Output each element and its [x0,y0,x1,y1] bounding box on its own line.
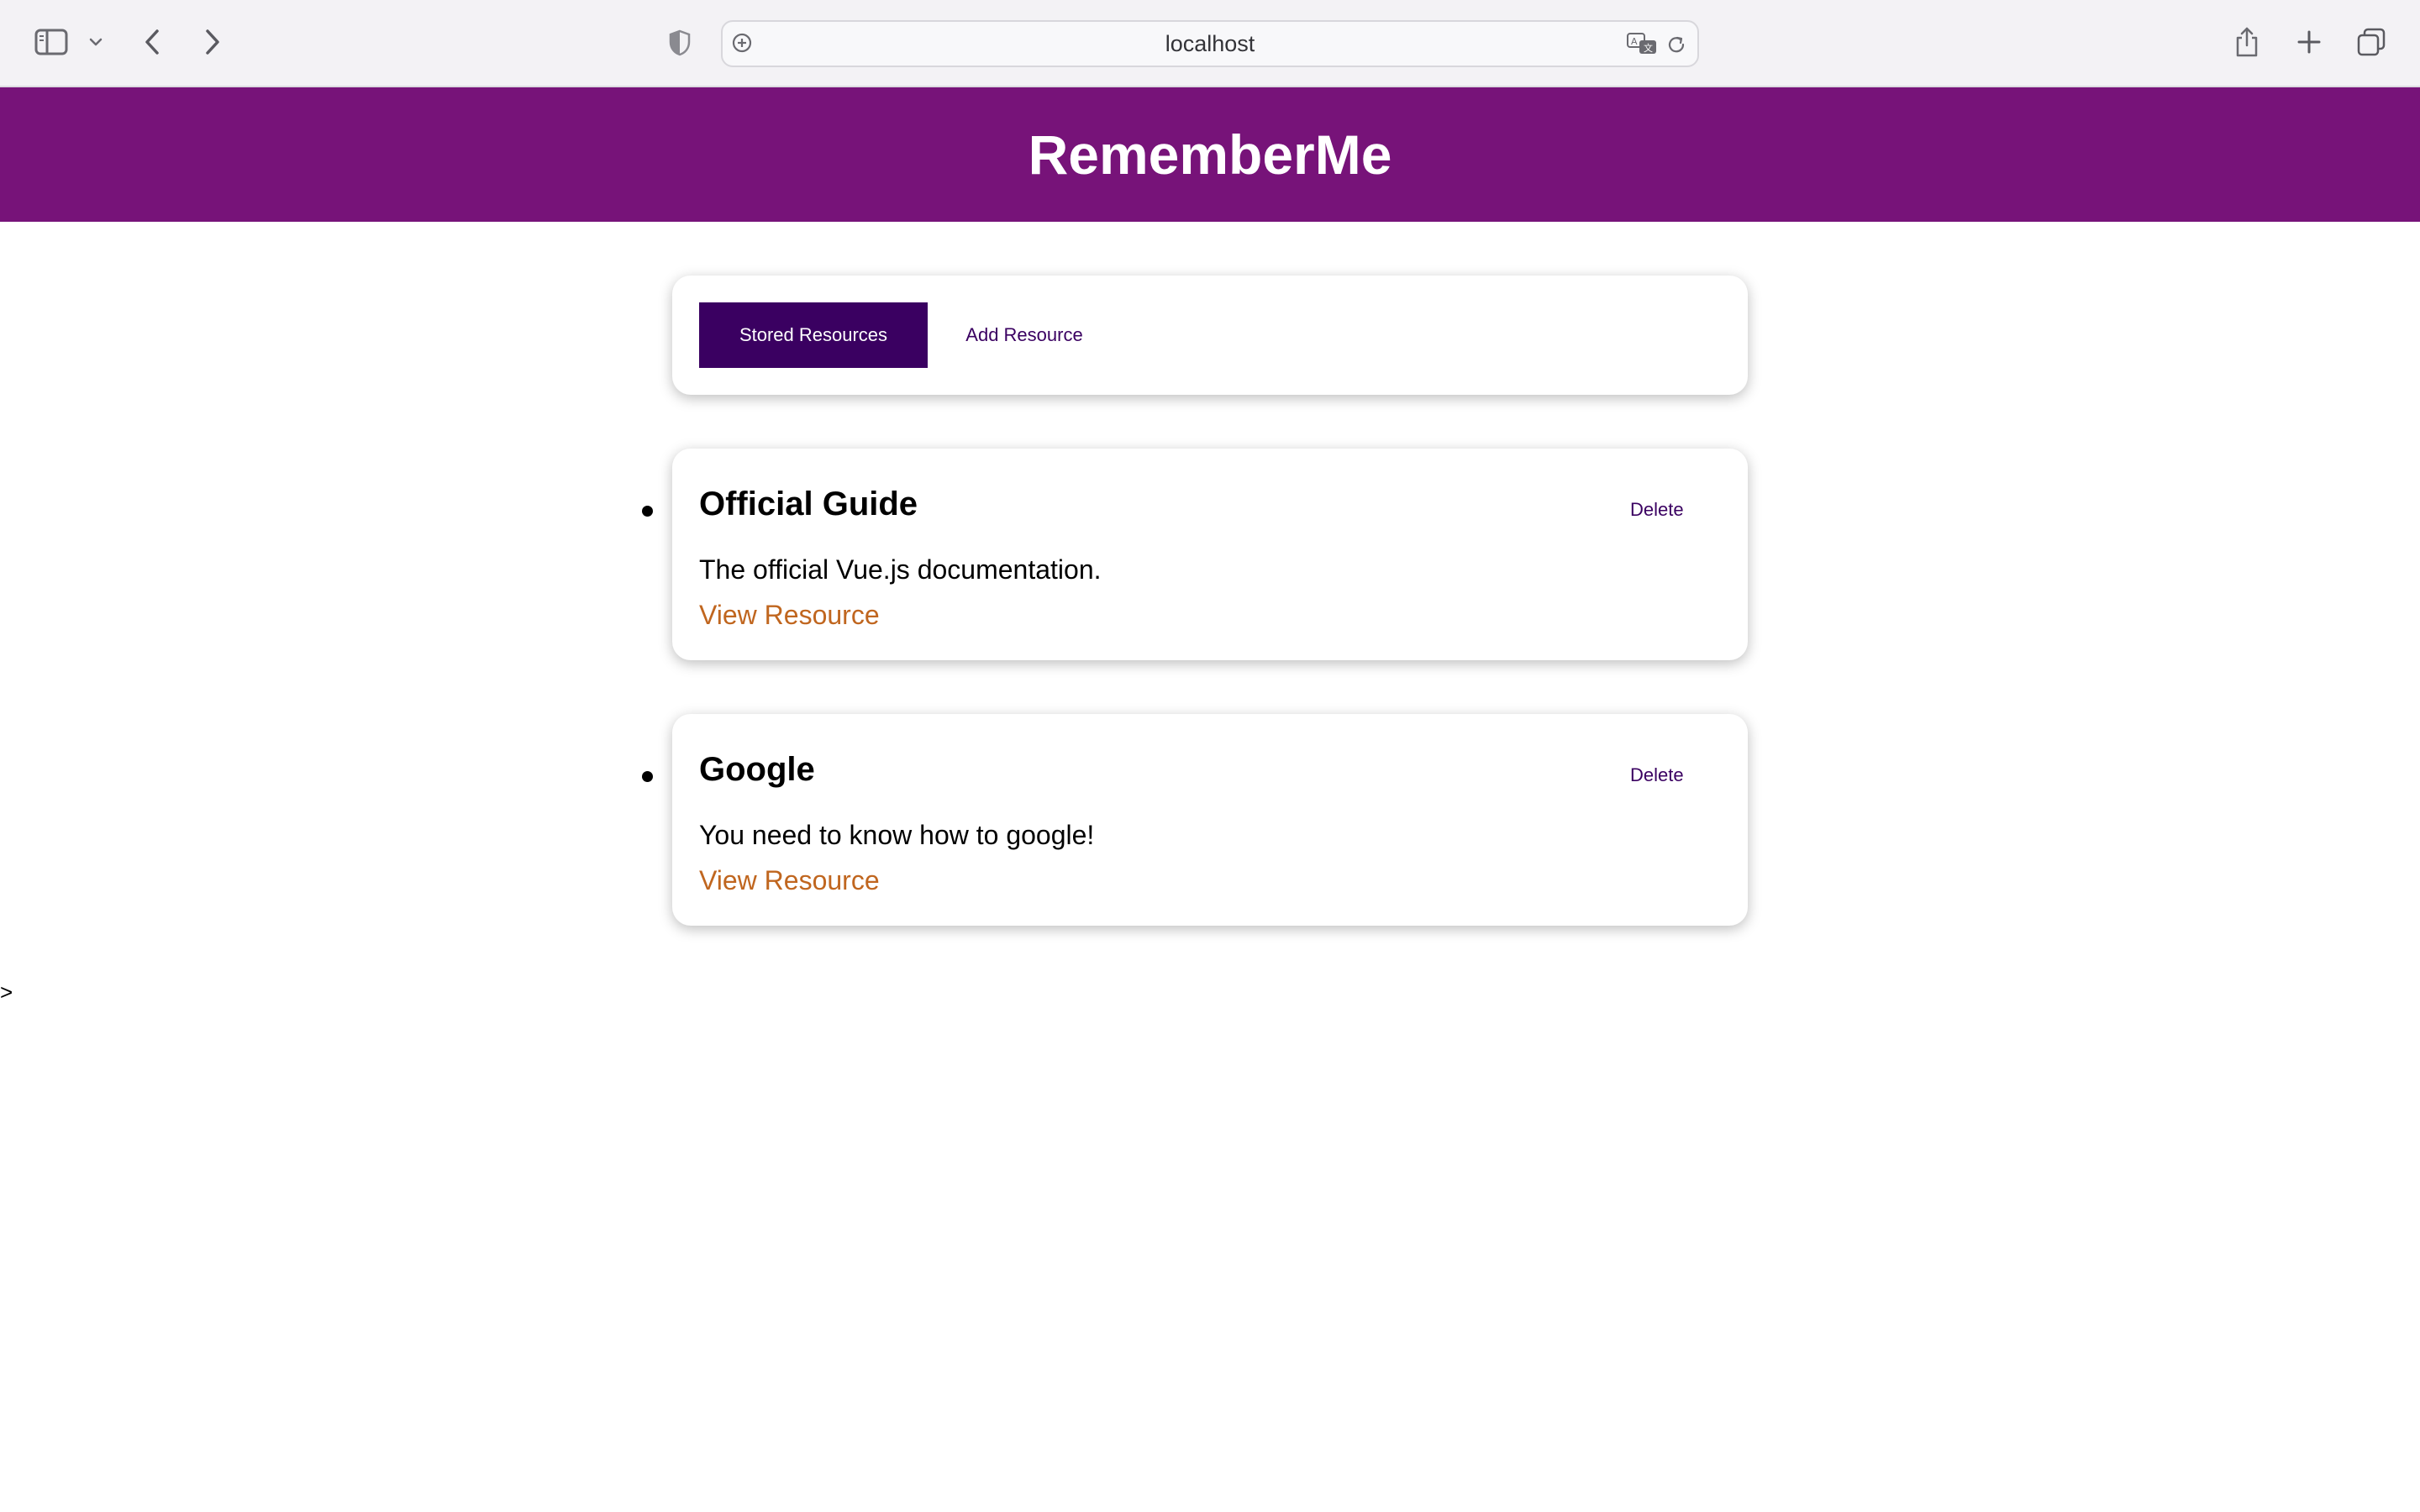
delete-button[interactable]: Delete [1630,759,1707,791]
list-bullet [642,506,653,517]
resource-title: Google [699,751,815,788]
view-resource-link[interactable]: View Resource [699,600,880,631]
app-title: RememberMe [1028,123,1392,186]
resource-title: Official Guide [699,486,918,522]
svg-text:A: A [1631,36,1638,47]
plus-icon[interactable] [2294,25,2324,59]
resource-description: The official Vue.js documentation. [699,554,1102,585]
share-icon[interactable] [2232,24,2262,60]
shield-icon[interactable] [667,27,692,59]
tab-add-resource[interactable]: Add Resource [934,302,1114,368]
chevron-left-icon[interactable] [139,24,165,60]
svg-text:文: 文 [1644,42,1653,54]
resource-card: Official Guide Delete The official Vue.j… [672,449,1748,660]
address-bar[interactable]: localhost A 文 [721,20,1699,67]
tabs-card: Stored Resources Add Resource [672,276,1748,395]
browser-toolbar: localhost A 文 [0,0,2420,87]
list-bullet [642,771,653,782]
tab-stored-resources[interactable]: Stored Resources [699,302,928,368]
resource-description: You need to know how to google! [699,820,1095,850]
delete-button[interactable]: Delete [1630,494,1707,526]
chevron-right-icon[interactable] [200,24,225,60]
tabs-icon[interactable] [2354,25,2388,59]
sidebar-icon[interactable] [32,25,71,59]
view-resource-link[interactable]: View Resource [699,865,880,896]
reload-icon[interactable] [1664,32,1689,57]
url-text: localhost [1165,30,1255,56]
chevron-down-icon[interactable] [86,32,106,52]
app-header: RememberMe [0,87,2420,222]
resource-card: Google Delete You need to know how to go… [672,714,1748,926]
translate-icon[interactable]: A 文 [1625,29,1659,59]
stray-text: > [0,979,13,1005]
